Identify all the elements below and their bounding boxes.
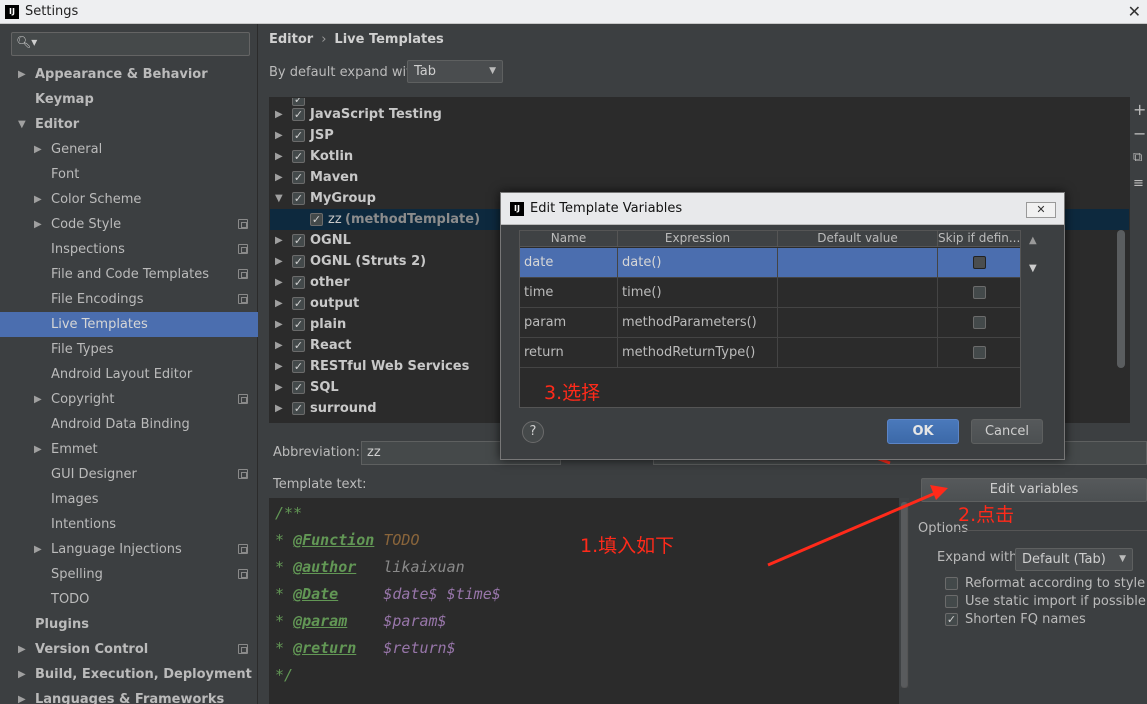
annotation-click: 2.点击	[958, 504, 1015, 526]
column-header-default-value[interactable]: Default value	[778, 231, 938, 247]
intellij-icon: IJ	[510, 202, 524, 216]
move-down-icon[interactable]: ▼	[1029, 263, 1037, 274]
skip-if-defined-checkbox[interactable]	[973, 346, 986, 359]
expression-cell[interactable]: date()	[618, 248, 778, 278]
default-value-cell[interactable]	[778, 278, 938, 308]
variable-name-cell[interactable]: time	[520, 278, 618, 308]
column-header-skip[interactable]: Skip if defin...	[938, 231, 1020, 247]
skip-cell	[938, 248, 1020, 278]
annotation-choose: 3.选择	[544, 382, 601, 404]
annotation-arrowhead-click	[930, 485, 948, 500]
expression-cell[interactable]: time()	[618, 278, 778, 308]
skip-if-defined-checkbox[interactable]	[973, 286, 986, 299]
variable-name-cell[interactable]: date	[520, 248, 618, 278]
variable-name-cell[interactable]: return	[520, 338, 618, 368]
cancel-button[interactable]: Cancel	[971, 419, 1043, 444]
expression-cell[interactable]: methodParameters()	[618, 308, 778, 338]
variable-row[interactable]: param methodParameters()	[520, 308, 1020, 338]
close-icon[interactable]: ✕	[1026, 202, 1056, 218]
skip-if-defined-checkbox[interactable]	[973, 256, 986, 269]
variable-row[interactable]: return methodReturnType()	[520, 338, 1020, 368]
annotation-fill: 1.填入如下	[580, 535, 675, 557]
variable-row[interactable]: date date()	[520, 248, 1020, 278]
default-value-cell[interactable]	[778, 248, 938, 278]
skip-cell	[938, 308, 1020, 338]
move-up-icon[interactable]: ▲	[1029, 235, 1037, 246]
dialog-title: Edit Template Variables	[530, 201, 683, 216]
expression-cell[interactable]: methodReturnType()	[618, 338, 778, 368]
help-button[interactable]: ?	[522, 421, 544, 443]
skip-cell	[938, 338, 1020, 368]
dialog-title-bar: IJ Edit Template Variables ✕	[501, 193, 1064, 225]
ok-button[interactable]: OK	[887, 419, 959, 444]
edit-template-variables-dialog: IJ Edit Template Variables ✕ Name Expres…	[500, 192, 1065, 460]
default-value-cell[interactable]	[778, 338, 938, 368]
default-value-cell[interactable]	[778, 308, 938, 338]
skip-cell	[938, 278, 1020, 308]
column-header-expression[interactable]: Expression	[618, 231, 778, 247]
annotation-arrow-click	[767, 487, 946, 567]
skip-if-defined-checkbox[interactable]	[973, 316, 986, 329]
column-header-name[interactable]: Name	[520, 231, 618, 247]
variable-name-cell[interactable]: param	[520, 308, 618, 338]
settings-window: IJ Settings ✕ 🔍︎▾ ▶ Appearance & Behavior…	[0, 0, 1147, 704]
variable-row[interactable]: time time()	[520, 278, 1020, 308]
